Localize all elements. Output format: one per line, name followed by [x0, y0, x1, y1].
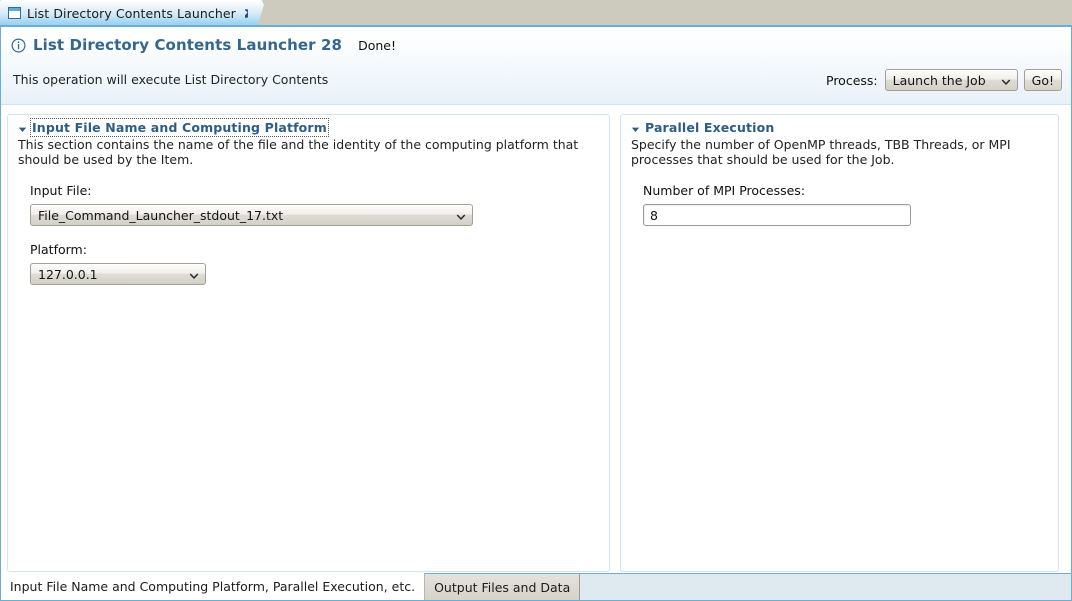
input-file-label: Input File: — [30, 183, 92, 198]
form-description: This operation will execute List Directo… — [13, 72, 329, 87]
section-input-file-and-platform: Input File Name and Computing Platform T… — [7, 114, 610, 572]
section-title-right: Parallel Execution — [645, 120, 775, 135]
mpi-processes-input[interactable]: 8 — [643, 204, 911, 226]
mpi-processes-value: 8 — [650, 207, 658, 223]
go-button[interactable]: Go! — [1023, 69, 1062, 91]
section-description-left: This section contains the name of the fi… — [18, 137, 579, 167]
platform-label: Platform: — [30, 242, 87, 257]
mpi-processes-label: Number of MPI Processes: — [643, 183, 806, 198]
triangle-down-icon[interactable] — [18, 123, 27, 132]
form-page-tab-bar: Input File Name and Computing Platform, … — [1, 573, 1071, 600]
triangle-down-icon[interactable] — [631, 123, 640, 132]
mpi-processes-widget: 8 — [643, 204, 1048, 226]
bottom-tab-bar-filler — [580, 574, 1071, 600]
bottom-tab-label: Output Files and Data — [434, 579, 571, 595]
process-select-value: Launch the Job — [892, 72, 986, 88]
editor-tab-list-directory-contents-launcher[interactable]: List Directory Contents Launcher — [0, 0, 256, 26]
editor-tab-label: List Directory Contents Launcher — [27, 5, 236, 21]
status-badge: Done! — [358, 37, 396, 53]
input-file-select[interactable]: File_Command_Launcher_stdout_17.txt — [30, 204, 473, 226]
form-sections: Input File Name and Computing Platform T… — [1, 106, 1071, 572]
info-circle-icon — [11, 37, 26, 53]
form-title-row: List Directory Contents Launcher 28 Done… — [11, 36, 396, 54]
chevron-down-icon — [189, 269, 199, 279]
application-window: List Directory Contents Launcher List Di… — [0, 0, 1072, 601]
editor-tab-bar: List Directory Contents Launcher — [0, 0, 1072, 26]
chevron-down-icon — [1001, 75, 1011, 85]
input-file-select-value: File_Command_Launcher_stdout_17.txt — [38, 207, 284, 223]
platform-select[interactable]: 127.0.0.1 — [30, 263, 206, 285]
bottom-tab-input-file-name-and-computing-platform[interactable]: Input File Name and Computing Platform, … — [1, 573, 426, 600]
field-mpi-processes: Number of MPI Processes: 8 — [631, 183, 1048, 226]
process-toolbar: Process: Launch the Job Go! — [826, 69, 1062, 91]
bottom-tab-output-files-and-data[interactable]: Output Files and Data — [425, 574, 581, 600]
section-description-right: Specify the number of OpenMP threads, TB… — [631, 137, 1011, 167]
process-select[interactable]: Launch the Job — [884, 69, 1018, 91]
chevron-down-icon — [456, 210, 466, 220]
section-header-right[interactable]: Parallel Execution — [631, 120, 1048, 135]
section-parallel-execution: Parallel Execution Specify the number of… — [620, 114, 1059, 572]
platform-widget: 127.0.0.1 — [30, 263, 599, 285]
form-window-icon — [8, 7, 21, 19]
bottom-tab-label: Input File Name and Computing Platform, … — [10, 579, 416, 594]
section-title-left: Input File Name and Computing Platform — [30, 118, 329, 137]
form-header: List Directory Contents Launcher 28 Done… — [1, 27, 1071, 105]
input-file-widget: File_Command_Launcher_stdout_17.txt — [30, 204, 599, 226]
section-header-left[interactable]: Input File Name and Computing Platform — [18, 118, 599, 137]
field-input-file: Input File: File_Command_Launcher_stdout… — [18, 183, 599, 226]
page-title: List Directory Contents Launcher 28 — [33, 36, 343, 54]
form-editor-pane: List Directory Contents Launcher 28 Done… — [0, 25, 1072, 601]
field-platform: Platform: 127.0.0.1 — [18, 242, 599, 285]
process-label: Process: — [826, 72, 878, 88]
platform-select-value: 127.0.0.1 — [38, 266, 98, 282]
